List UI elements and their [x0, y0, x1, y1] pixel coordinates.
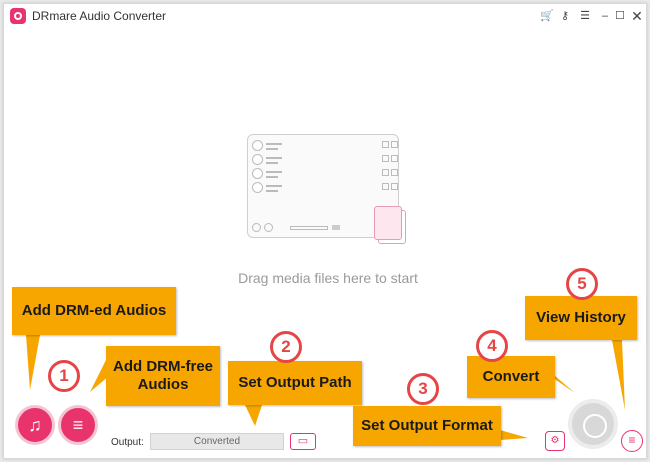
output-format-button[interactable]: ⚙ [545, 431, 565, 451]
title-bar: DRmare Audio Converter 🛒 ⚷ ☰ – ☐ ✕ [4, 4, 646, 28]
add-drm-audio-button[interactable]: ♫ [15, 405, 55, 445]
output-label: Output: [111, 437, 144, 448]
step-number-2: 2 [270, 331, 302, 363]
drag-hint: Drag media files here to start [238, 270, 418, 286]
minimize-icon[interactable]: – [597, 8, 613, 24]
callout-convert: Convert [467, 356, 555, 398]
step-number-5: 5 [566, 268, 598, 300]
history-button[interactable]: ≡ [621, 430, 643, 452]
browse-folder-button[interactable]: ▭ [290, 433, 316, 450]
output-path-field[interactable]: Converted [150, 433, 284, 450]
callout-history: View History [525, 296, 637, 340]
audio-file-icon [374, 206, 402, 240]
callout-output-path: Set Output Path [228, 361, 362, 405]
step-number-3: 3 [407, 373, 439, 405]
app-logo-icon [10, 8, 26, 24]
callout-add-drm-free: Add DRM-free Audios [106, 346, 220, 406]
convert-button[interactable] [568, 399, 618, 449]
key-icon[interactable]: ⚷ [557, 8, 573, 24]
step-number-4: 4 [476, 330, 508, 362]
step-number-1: 1 [48, 360, 80, 392]
app-title: DRmare Audio Converter [32, 9, 167, 23]
add-drm-free-audio-button[interactable]: ≡ [58, 405, 98, 445]
maximize-icon[interactable]: ☐ [612, 8, 628, 24]
callout-output-format: Set Output Format [353, 406, 501, 446]
callout-add-drm: Add DRM-ed Audios [12, 287, 176, 335]
menu-icon[interactable]: ☰ [577, 8, 593, 24]
close-icon[interactable]: ✕ [629, 8, 645, 24]
cart-icon[interactable]: 🛒 [539, 8, 555, 24]
